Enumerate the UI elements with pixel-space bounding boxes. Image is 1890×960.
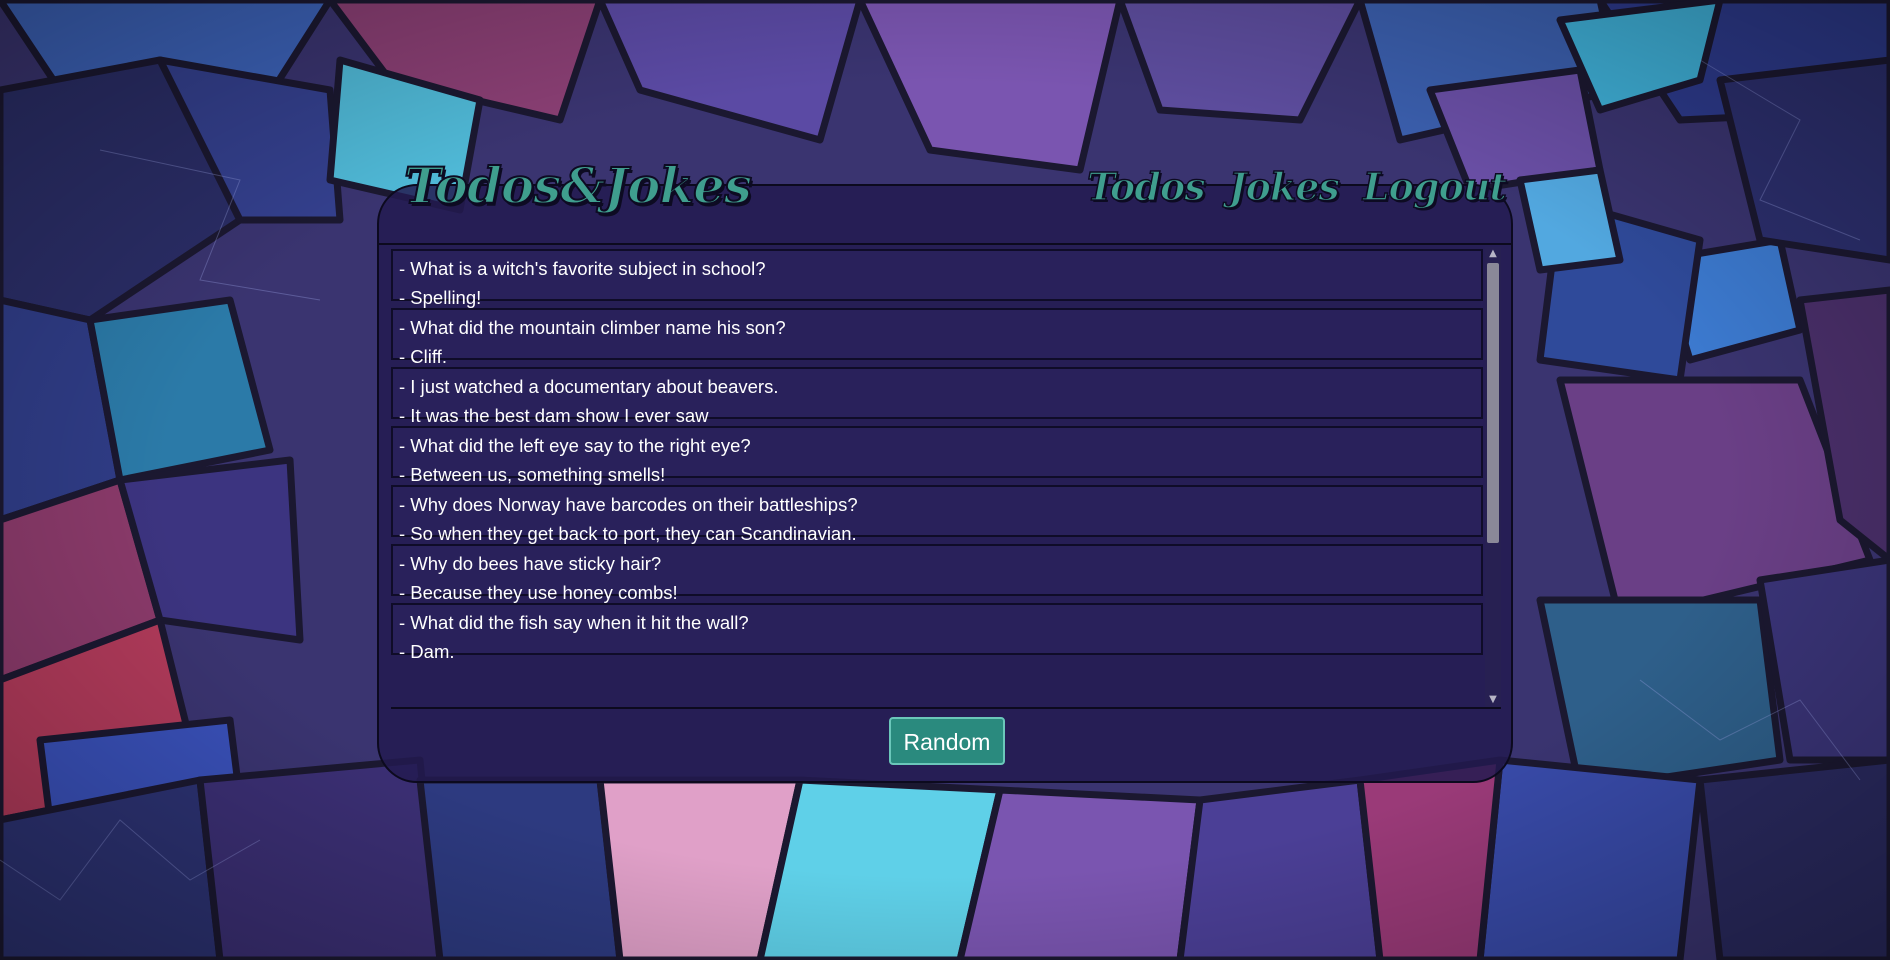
joke-setup: - What did the left eye say to the right…	[399, 435, 751, 456]
jokes-scrollbar[interactable]: ▲ ▼	[1485, 247, 1501, 707]
jokes-list[interactable]: - What is a witch's favorite subject in …	[391, 247, 1483, 707]
joke-item[interactable]: - What did the fish say when it hit the …	[391, 603, 1483, 662]
joke-setup: - What is a witch's favorite subject in …	[399, 258, 766, 279]
random-button[interactable]: Random	[889, 717, 1005, 765]
nav-logout-link[interactable]: Logout	[1362, 163, 1508, 210]
scrollbar-thumb[interactable]	[1487, 263, 1499, 543]
joke-setup: - What did the mountain climber name his…	[399, 317, 786, 338]
nav-jokes-link[interactable]: Jokes	[1228, 163, 1341, 210]
joke-item[interactable]: - What did the mountain climber name his…	[391, 308, 1483, 367]
jokes-card: - What is a witch's favorite subject in …	[377, 184, 1513, 783]
joke-setup: - Why do bees have sticky hair?	[399, 553, 662, 574]
joke-item[interactable]: - I just watched a documentary about bea…	[391, 367, 1483, 426]
joke-setup: - Why does Norway have barcodes on their…	[399, 494, 858, 515]
jokes-list-container: - What is a witch's favorite subject in …	[391, 247, 1501, 709]
joke-item[interactable]: - Why do bees have sticky hair? - Becaus…	[391, 544, 1483, 603]
nav-todos-link[interactable]: Todos	[1086, 163, 1206, 210]
app-logo[interactable]: Todos&Jokes	[403, 155, 753, 216]
joke-setup: - What did the fish say when it hit the …	[399, 612, 749, 633]
chevron-down-icon[interactable]: ▼	[1485, 693, 1501, 707]
joke-punchline: - Dam.	[399, 641, 455, 662]
main-nav: Todos Jokes Logout	[1086, 163, 1508, 210]
joke-setup: - I just watched a documentary about bea…	[399, 376, 779, 397]
joke-item[interactable]: - Why does Norway have barcodes on their…	[391, 485, 1483, 544]
chevron-up-icon[interactable]: ▲	[1485, 247, 1501, 261]
joke-item[interactable]: - What did the left eye say to the right…	[391, 426, 1483, 485]
joke-item[interactable]: - What is a witch's favorite subject in …	[391, 249, 1483, 308]
